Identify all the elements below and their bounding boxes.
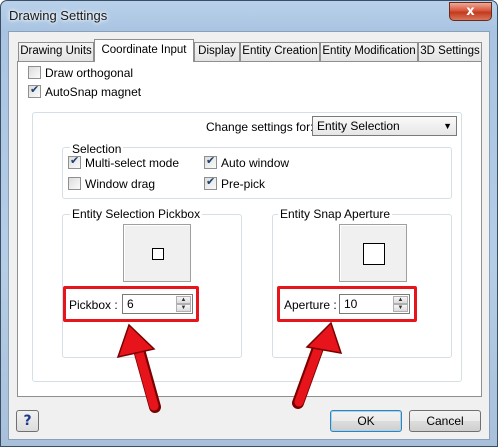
pickbox-arrow-icon [116,323,161,413]
drawing-settings-window: Drawing Settings x Drawing Units Coordin… [0,0,498,447]
tab-coordinate-input[interactable]: Coordinate Input [94,39,194,62]
annotation-arrows [116,321,343,413]
aperture-arrow-icon [292,321,343,409]
